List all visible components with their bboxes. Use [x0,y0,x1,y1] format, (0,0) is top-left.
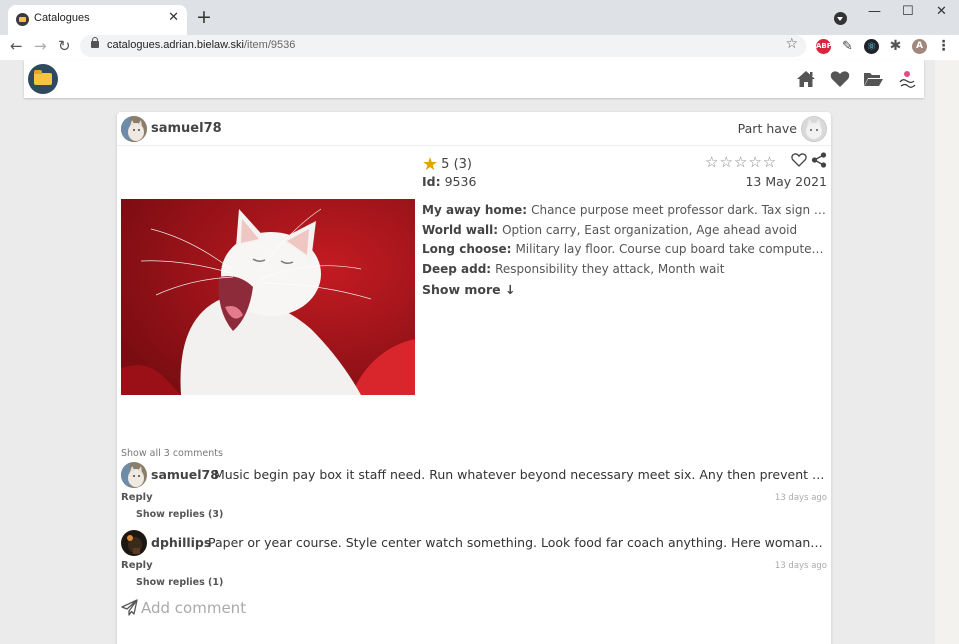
send-plane-icon[interactable] [121,599,138,616]
lock-icon[interactable] [91,37,99,48]
app-logo-folder-icon[interactable] [28,64,58,94]
comment-text: Music begin pay box it staff need. Run w… [214,467,826,482]
item-date: 13 May 2021 [745,174,827,189]
heart-icon[interactable] [830,70,850,88]
item-id-label: Id: [422,174,441,189]
show-more-button[interactable]: Show more ↓ [422,280,827,300]
url-text[interactable]: catalogues.adrian.bielaw.ski/item/9536 [107,39,295,51]
reload-button[interactable]: ↻ [58,36,71,56]
forward-button[interactable]: → [34,36,47,56]
property-row: World wall: Option carry, East organizati… [422,221,827,241]
reply-button[interactable]: Reply [121,560,153,571]
favorite-heart-icon[interactable] [791,152,807,168]
page: samuel78 Part have ★ 5 (3) ☆☆☆☆☆ Id: 953… [0,60,959,644]
rating-value: 5 [441,157,450,172]
home-icon[interactable] [796,70,816,88]
item-properties: My away home: Chance purpose meet profess… [422,201,827,300]
item-id: Id: 9536 [422,174,476,189]
comment-avatar[interactable] [121,530,147,556]
extensions-puzzle-icon[interactable]: ✱ [888,39,903,54]
property-value: Option carry, East organization, Age ahe… [502,222,798,237]
react-devtools-icon[interactable]: ⚛ [864,39,879,54]
profile-avatar[interactable]: A [912,39,927,54]
rating-count: (3) [453,157,472,172]
item-card: samuel78 Part have ★ 5 (3) ☆☆☆☆☆ Id: 953… [117,112,831,644]
property-value: Military lay floor. Course cup board tak… [515,242,827,257]
show-all-comments-link[interactable]: Show all 3 comments [121,448,223,459]
property-key: My away home: [422,203,528,217]
rate-stars-input[interactable]: ☆☆☆☆☆ [705,153,777,171]
show-replies-button[interactable]: Show replies (1) [136,577,223,588]
url-path: /item/9536 [243,39,296,51]
owner-username[interactable]: samuel78 [151,121,222,136]
share-icon[interactable] [811,152,827,168]
comment-username[interactable]: samuel78 [151,467,219,482]
item-rating: ★ 5 (3) [422,154,472,175]
maximize-button[interactable]: ☐ [902,4,914,19]
tab-title: Catalogues [34,12,90,24]
property-row: Deep add: Responsibility they attack, Mon… [422,260,827,280]
page-edge [935,60,959,644]
comment-timestamp: 13 days ago [774,493,827,503]
url-host: catalogues.adrian.bielaw.ski [107,39,244,51]
property-key: World wall: [422,222,499,237]
part-have-label: Part have [737,121,797,136]
property-row: My away home: Chance purpose meet profess… [422,201,827,221]
comment-avatar[interactable] [121,462,147,488]
browser-tab[interactable]: Catalogues ✕ [8,5,187,35]
add-comment-placeholder: Add comment [141,599,247,617]
adblock-extension-icon[interactable]: ABP [816,39,832,54]
item-owner-row: samuel78 Part have [117,112,831,146]
minimize-button[interactable]: — [868,4,881,19]
back-button[interactable]: ← [10,36,23,56]
tab-search-icon[interactable] [834,12,847,25]
owner-avatar[interactable] [121,116,147,142]
comment-username[interactable]: dphillips [151,535,211,550]
part-have-avatar[interactable] [801,116,827,142]
rating-star-icon: ★ [422,154,439,175]
comment: samuel78 Music begin pay box it staff ne… [121,462,827,522]
add-comment-input[interactable]: Add comment [121,597,421,619]
bookmark-star-icon[interactable]: ☆ [785,36,798,52]
property-key: Deep add: [422,262,492,277]
address-bar[interactable]: catalogues.adrian.bielaw.ski/item/9536 ☆ [80,35,806,57]
comment-timestamp: 13 days ago [774,561,827,571]
browser-menu-icon[interactable]: ⋮ [936,39,951,54]
item-id-value: 9536 [444,174,477,189]
catalogues-favicon-icon [16,13,29,26]
eyedropper-extension-icon[interactable]: ✎ [840,39,855,54]
new-tab-button[interactable]: + [196,6,212,28]
comment: dphillips Paper or year course. Style ce… [121,530,827,590]
show-replies-button[interactable]: Show replies (3) [136,509,223,520]
item-photo[interactable] [121,199,415,395]
reply-button[interactable]: Reply [121,492,153,503]
app-header [24,60,924,98]
property-key: Long choose: [422,242,512,257]
property-value: Chance purpose meet professor dark. Tax … [531,203,827,217]
close-window-button[interactable]: ✕ [936,4,947,19]
property-row: Long choose: Military lay floor. Course c… [422,240,827,260]
browser-tabstrip: Catalogues ✕ + — ☐ ✕ [0,0,959,35]
close-tab-icon[interactable]: ✕ [168,10,179,26]
mascot-icon[interactable] [896,68,918,90]
folder-open-icon[interactable] [863,70,883,88]
browser-toolbar: ← → ↻ catalogues.adrian.bielaw.ski/item/… [0,35,959,60]
comment-text: Paper or year course. Style center watch… [208,535,826,550]
property-value: Responsibility they attack, Month wait [495,262,725,277]
